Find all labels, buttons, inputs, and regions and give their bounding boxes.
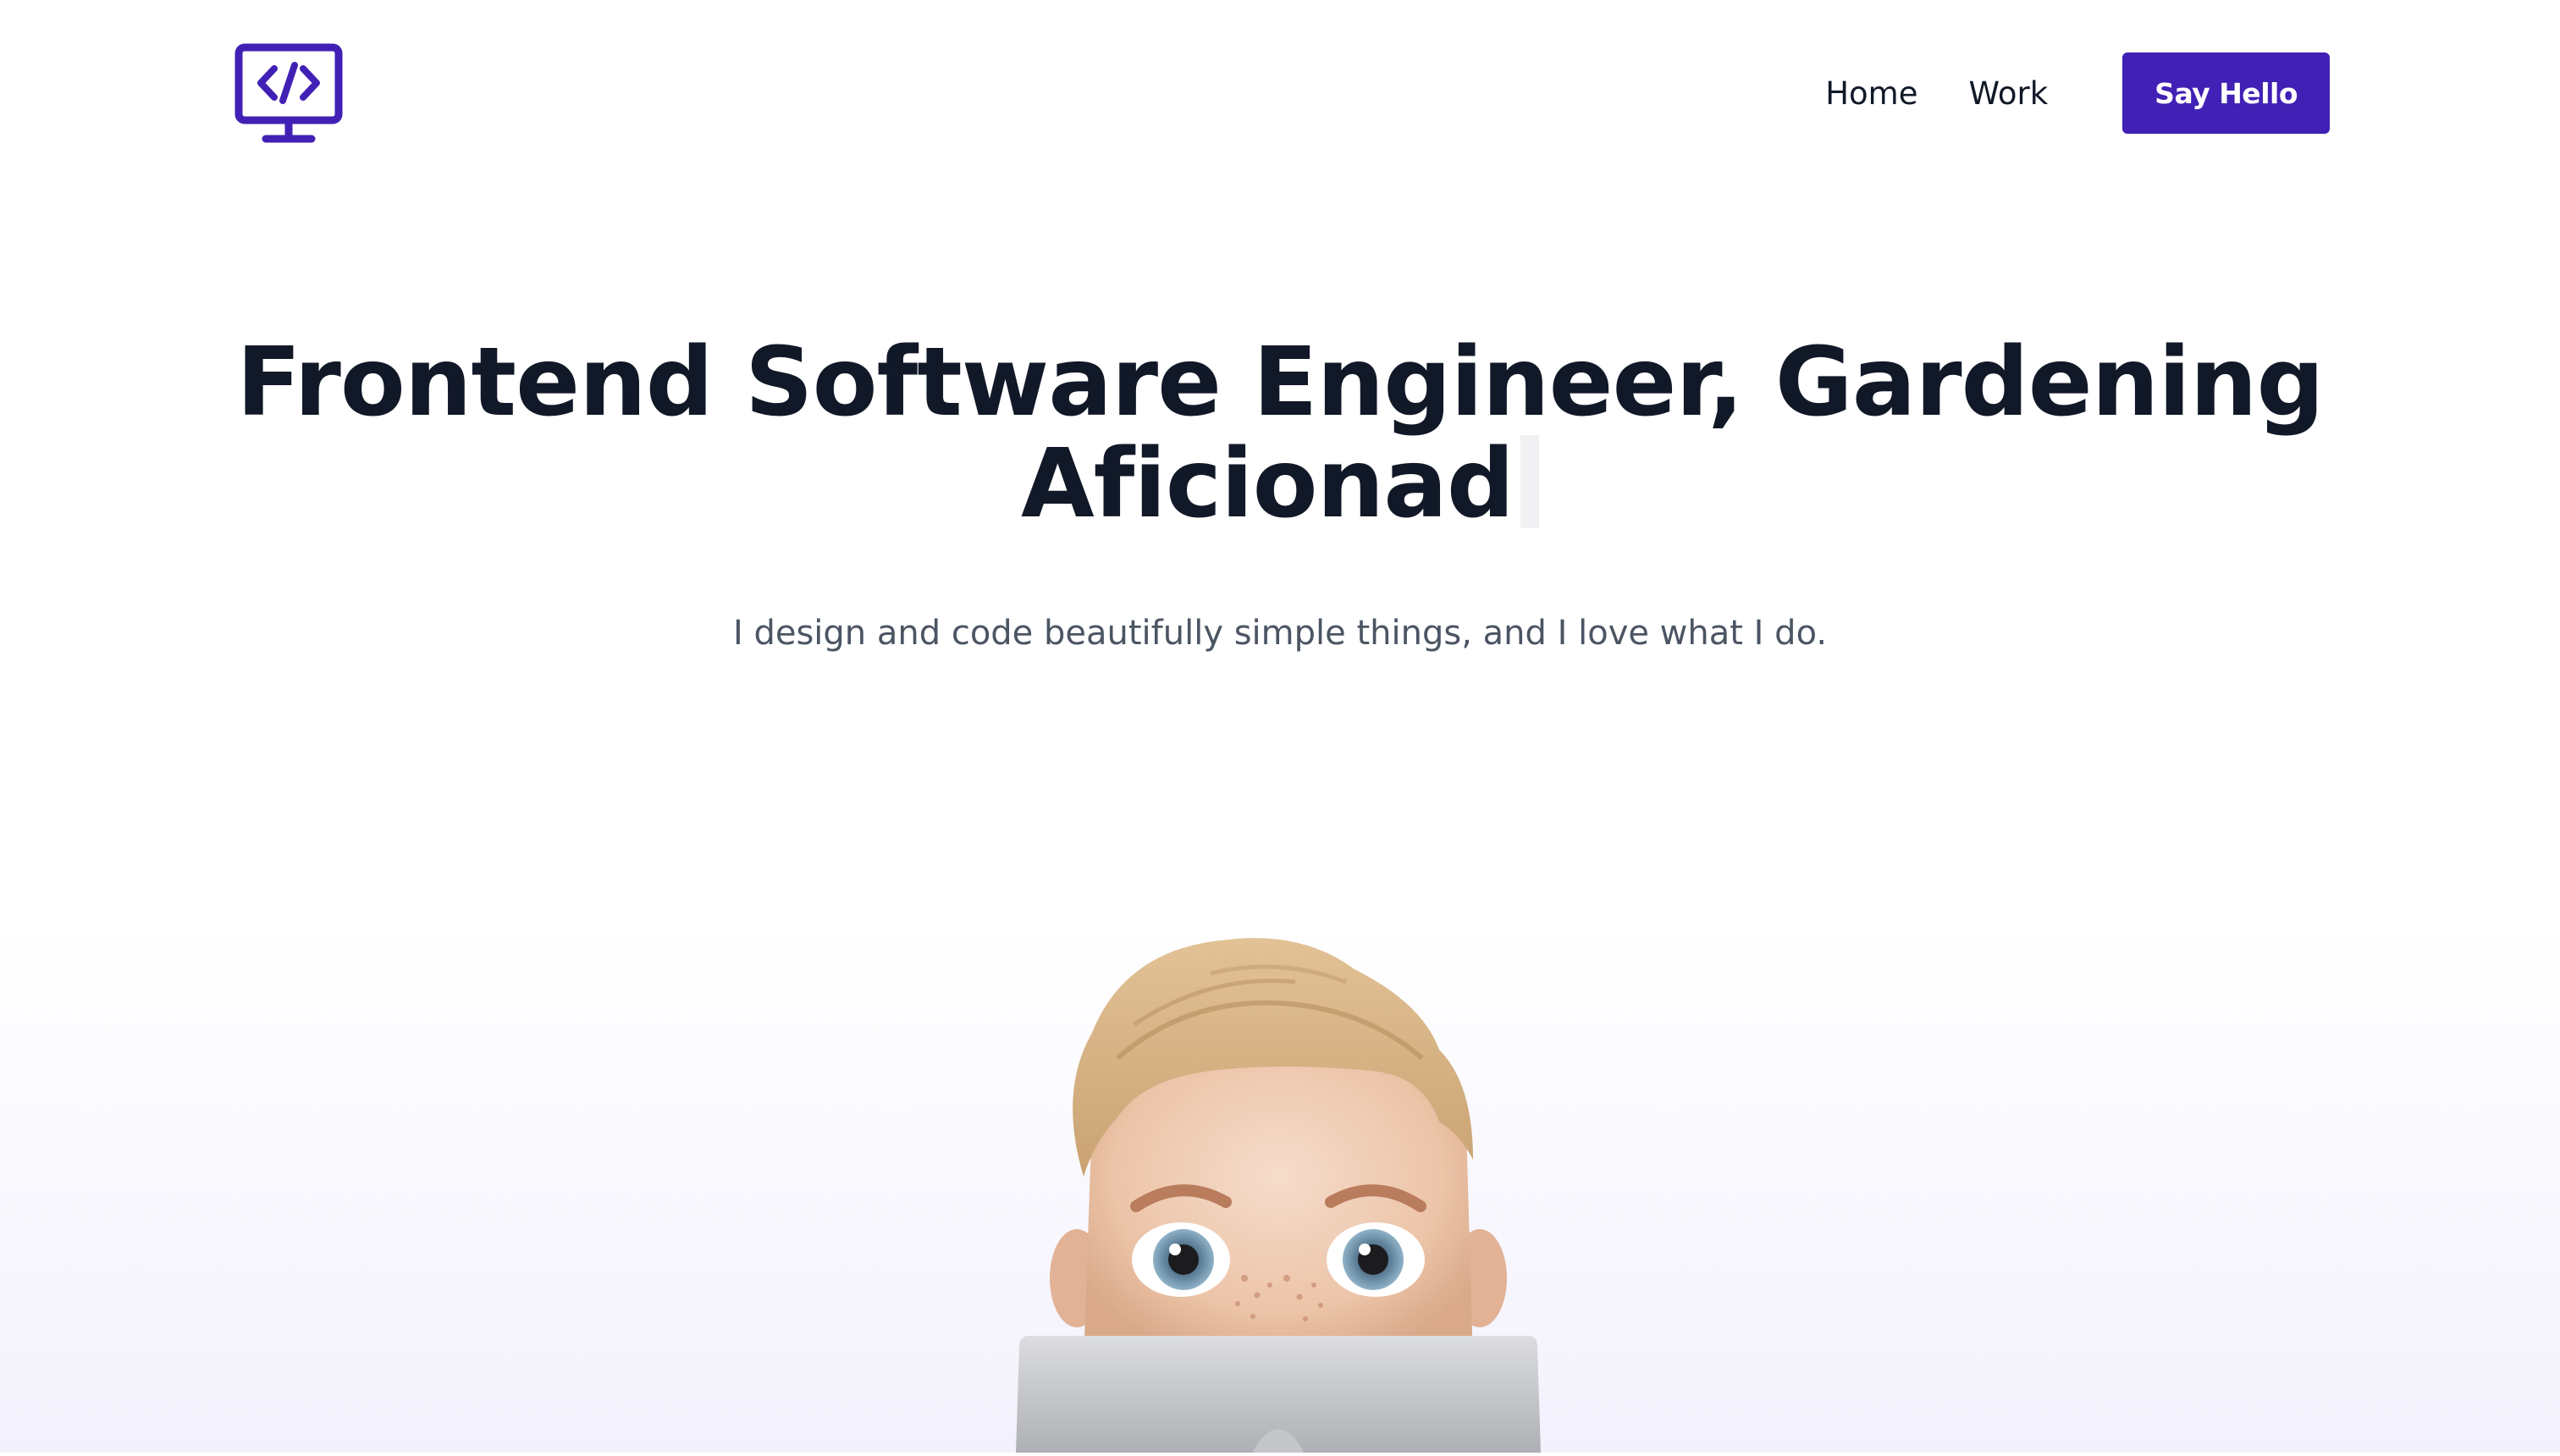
hero-title-line-1: Frontend Software Engineer, Gardening [236,328,2324,438]
memoji-laptop-avatar [1016,938,1541,1453]
say-hello-button[interactable]: Say Hello [2122,52,2330,134]
nav-link-work[interactable]: Work [1968,75,2048,112]
avatar [999,923,1558,1453]
monitor-code-icon [234,43,343,143]
hero-subtitle: I design and code beautifully simple thi… [732,614,1828,653]
nav-link-home[interactable]: Home [1825,75,1917,112]
hero-title-line-2: Aficionad [1020,429,1514,539]
main-nav: Home Work Say Hello [1825,52,2330,134]
hero-title: Frontend Software Engineer, Gardening Af… [169,332,2391,535]
typing-cursor [1520,435,1539,528]
site-logo[interactable] [234,42,344,146]
